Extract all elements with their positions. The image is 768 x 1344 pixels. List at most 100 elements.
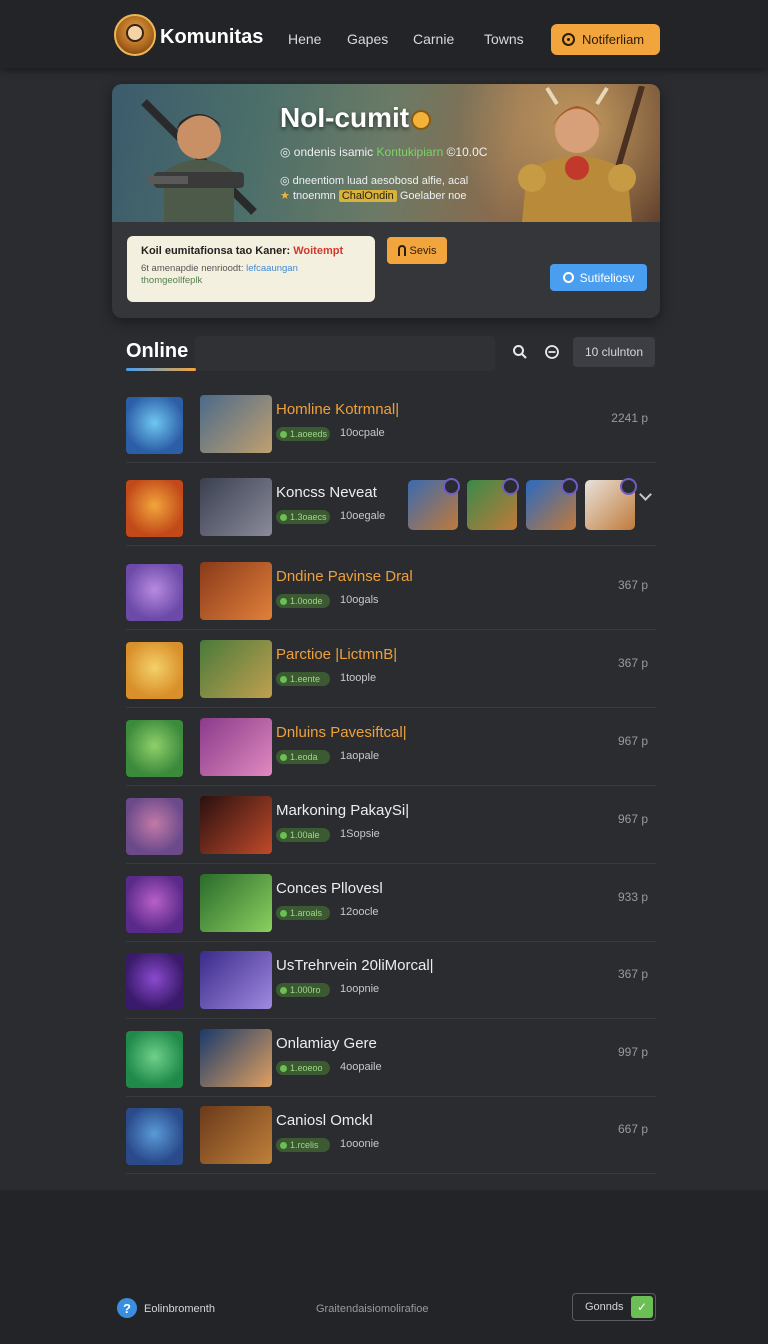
row-divider — [126, 545, 656, 546]
hero-info-note: Koil eumitafionsa tao Kaner: Woitempt 6t… — [127, 236, 375, 302]
player-count: 1Sopsie — [340, 828, 380, 840]
game-icon — [126, 720, 183, 777]
status-badge: 1.aoeeds — [276, 427, 330, 441]
list-item-price: 367 p — [617, 967, 648, 981]
logo-mascot-icon — [126, 24, 144, 42]
list-item[interactable]: Dnluins Pavesiftcal| 1.eoda 1aopale 967 p — [112, 708, 668, 786]
bell-icon — [562, 33, 575, 46]
help-icon[interactable]: ? — [117, 1298, 137, 1318]
hero-card: NoI-cumit ◎ ondenis isamic Kontukipiarn … — [112, 84, 660, 318]
footer-left-label[interactable]: Eolinbromenth — [144, 1303, 215, 1315]
status-badge: 1.rcelis — [276, 1138, 330, 1152]
hero-subtitle-highlight[interactable]: Kontukipiarn — [377, 145, 444, 159]
game-icon — [126, 397, 183, 454]
game-icon — [126, 798, 183, 855]
game-icon — [126, 953, 183, 1010]
list-item-title: Caniosl Omckl — [276, 1112, 373, 1129]
member-avatar[interactable] — [585, 478, 637, 530]
list-item-price: 967 p — [617, 812, 648, 826]
logo-text[interactable]: Komunitas — [160, 26, 263, 49]
status-badge: 1.aroals — [276, 906, 330, 920]
list-item[interactable]: Homline Kotrmnal| 1.aoeeds 10ocpale 2241 p — [112, 385, 668, 463]
list-item-title: Markoning PakaySi| — [276, 802, 410, 819]
online-dot-icon — [280, 831, 287, 839]
section-title-underline — [126, 368, 196, 371]
section-title: Online — [126, 340, 189, 362]
list-item-price: 2241 p — [611, 411, 648, 425]
status-badge: 1.0oode — [276, 594, 330, 608]
nav-link-carnie[interactable]: Carnie — [413, 31, 454, 47]
list-item[interactable]: Parctioe |LictmnB| 1.eente 1toople 367 p — [112, 630, 668, 708]
game-icon — [126, 876, 183, 933]
note-link[interactable]: lefcaaungan — [246, 263, 298, 274]
list-item[interactable]: Markoning PakaySi| 1.00ale 1Sopsie 967 p — [112, 786, 668, 864]
footer-action-button-label: Gonnds — [585, 1301, 624, 1313]
soldier-character-illustration — [141, 99, 257, 222]
nav-link-games[interactable]: Gapes — [347, 31, 388, 47]
game-icon — [126, 1108, 183, 1165]
game-thumbnail — [200, 951, 272, 1009]
list-item-price: 997 p — [617, 1045, 648, 1059]
list-item[interactable]: Conces Pllovesl 1.aroals 12oocle 933 p — [112, 864, 668, 942]
search-bar[interactable] — [195, 336, 495, 371]
online-dot-icon — [280, 1064, 287, 1072]
list-item-title: Dndine Pavinse Dral — [276, 568, 413, 585]
list-item-price: 967 p — [617, 734, 648, 748]
player-count: 1aopale — [340, 750, 380, 762]
hero-tag: ChalOndin — [338, 190, 397, 202]
game-thumbnail — [200, 1029, 272, 1087]
search-icon[interactable] — [512, 344, 528, 360]
status-badge: 1.00ale — [276, 828, 330, 842]
row-divider — [126, 462, 656, 463]
footer-action-button[interactable]: Gonnds ✓ — [572, 1293, 656, 1321]
list-item-price: 933 p — [617, 890, 648, 904]
online-dot-icon — [280, 597, 287, 605]
coin-icon — [411, 109, 432, 130]
member-avatar[interactable] — [526, 478, 578, 530]
game-icon — [126, 564, 183, 621]
member-avatar[interactable] — [467, 478, 519, 530]
game-thumbnail — [200, 796, 272, 854]
player-count: 4oopaile — [340, 1061, 382, 1073]
game-thumbnail — [200, 1106, 272, 1164]
subscribe-button-label: Sutifeliosv — [579, 270, 635, 285]
list-item[interactable]: UsTrehrvein 20liMorcal| 1.000ro 1oopnie 367… — [112, 941, 668, 1019]
game-thumbnail — [200, 874, 272, 932]
list-item-title: Parctioe |LictmnB| — [276, 646, 398, 663]
online-dot-icon — [280, 430, 287, 438]
list-item[interactable]: Dndine Pavinse Dral 1.0oode 10ogals 367 p — [112, 552, 668, 630]
footer-mid-label: Graitendaisiomolirafioe — [316, 1303, 429, 1315]
hero-description-line-2: ★ tnoenmn ChalOndin Goelaber noe — [280, 190, 467, 202]
player-count: 1toople — [340, 672, 377, 684]
list-item[interactable]: Koncss Neveat 1.3oaecs 10oegale — [112, 468, 668, 546]
list-item[interactable]: Caniosl Omckl 1.rcelis 1ooonie 667 p — [112, 1096, 668, 1174]
subscribe-button[interactable]: Sutifeliosv — [550, 264, 647, 291]
chevron-down-icon[interactable] — [639, 488, 652, 501]
list-item-title: Conces Pllovesl — [276, 880, 383, 897]
online-dot-icon — [280, 1141, 287, 1149]
game-thumbnail — [200, 478, 272, 536]
list-item-title: Dnluins Pavesiftcal| — [276, 724, 407, 741]
game-icon — [126, 480, 183, 537]
online-dot-icon — [280, 675, 287, 683]
filter-icon[interactable] — [544, 344, 560, 360]
list-item-price: 667 p — [617, 1122, 648, 1136]
game-thumbnail — [200, 640, 272, 698]
headset-icon — [397, 245, 406, 256]
player-count: 1oopnie — [340, 983, 380, 995]
member-avatar[interactable] — [408, 478, 460, 530]
list-item[interactable]: Onlamiay Gere 1.eoeoo 4oopaile 997 p — [112, 1019, 668, 1097]
status-badge: 1.000ro — [276, 983, 330, 997]
status-badge: 1.eente — [276, 672, 330, 686]
nav-link-home[interactable]: Hene — [288, 31, 321, 47]
list-item-title: UsTrehrvein 20liMorcal| — [276, 957, 434, 974]
online-count-badge[interactable]: 10 clulnton — [573, 337, 655, 367]
seats-button[interactable]: Sevis — [387, 237, 447, 264]
nav-link-towns[interactable]: Towns — [484, 31, 524, 47]
online-dot-icon — [280, 513, 287, 521]
hero-title: NoI-cumit — [280, 102, 432, 134]
row-divider — [126, 1173, 656, 1174]
notifications-button[interactable]: Notiferliam — [551, 24, 660, 55]
check-icon: ✓ — [631, 1296, 653, 1318]
game-icon — [126, 1031, 183, 1088]
